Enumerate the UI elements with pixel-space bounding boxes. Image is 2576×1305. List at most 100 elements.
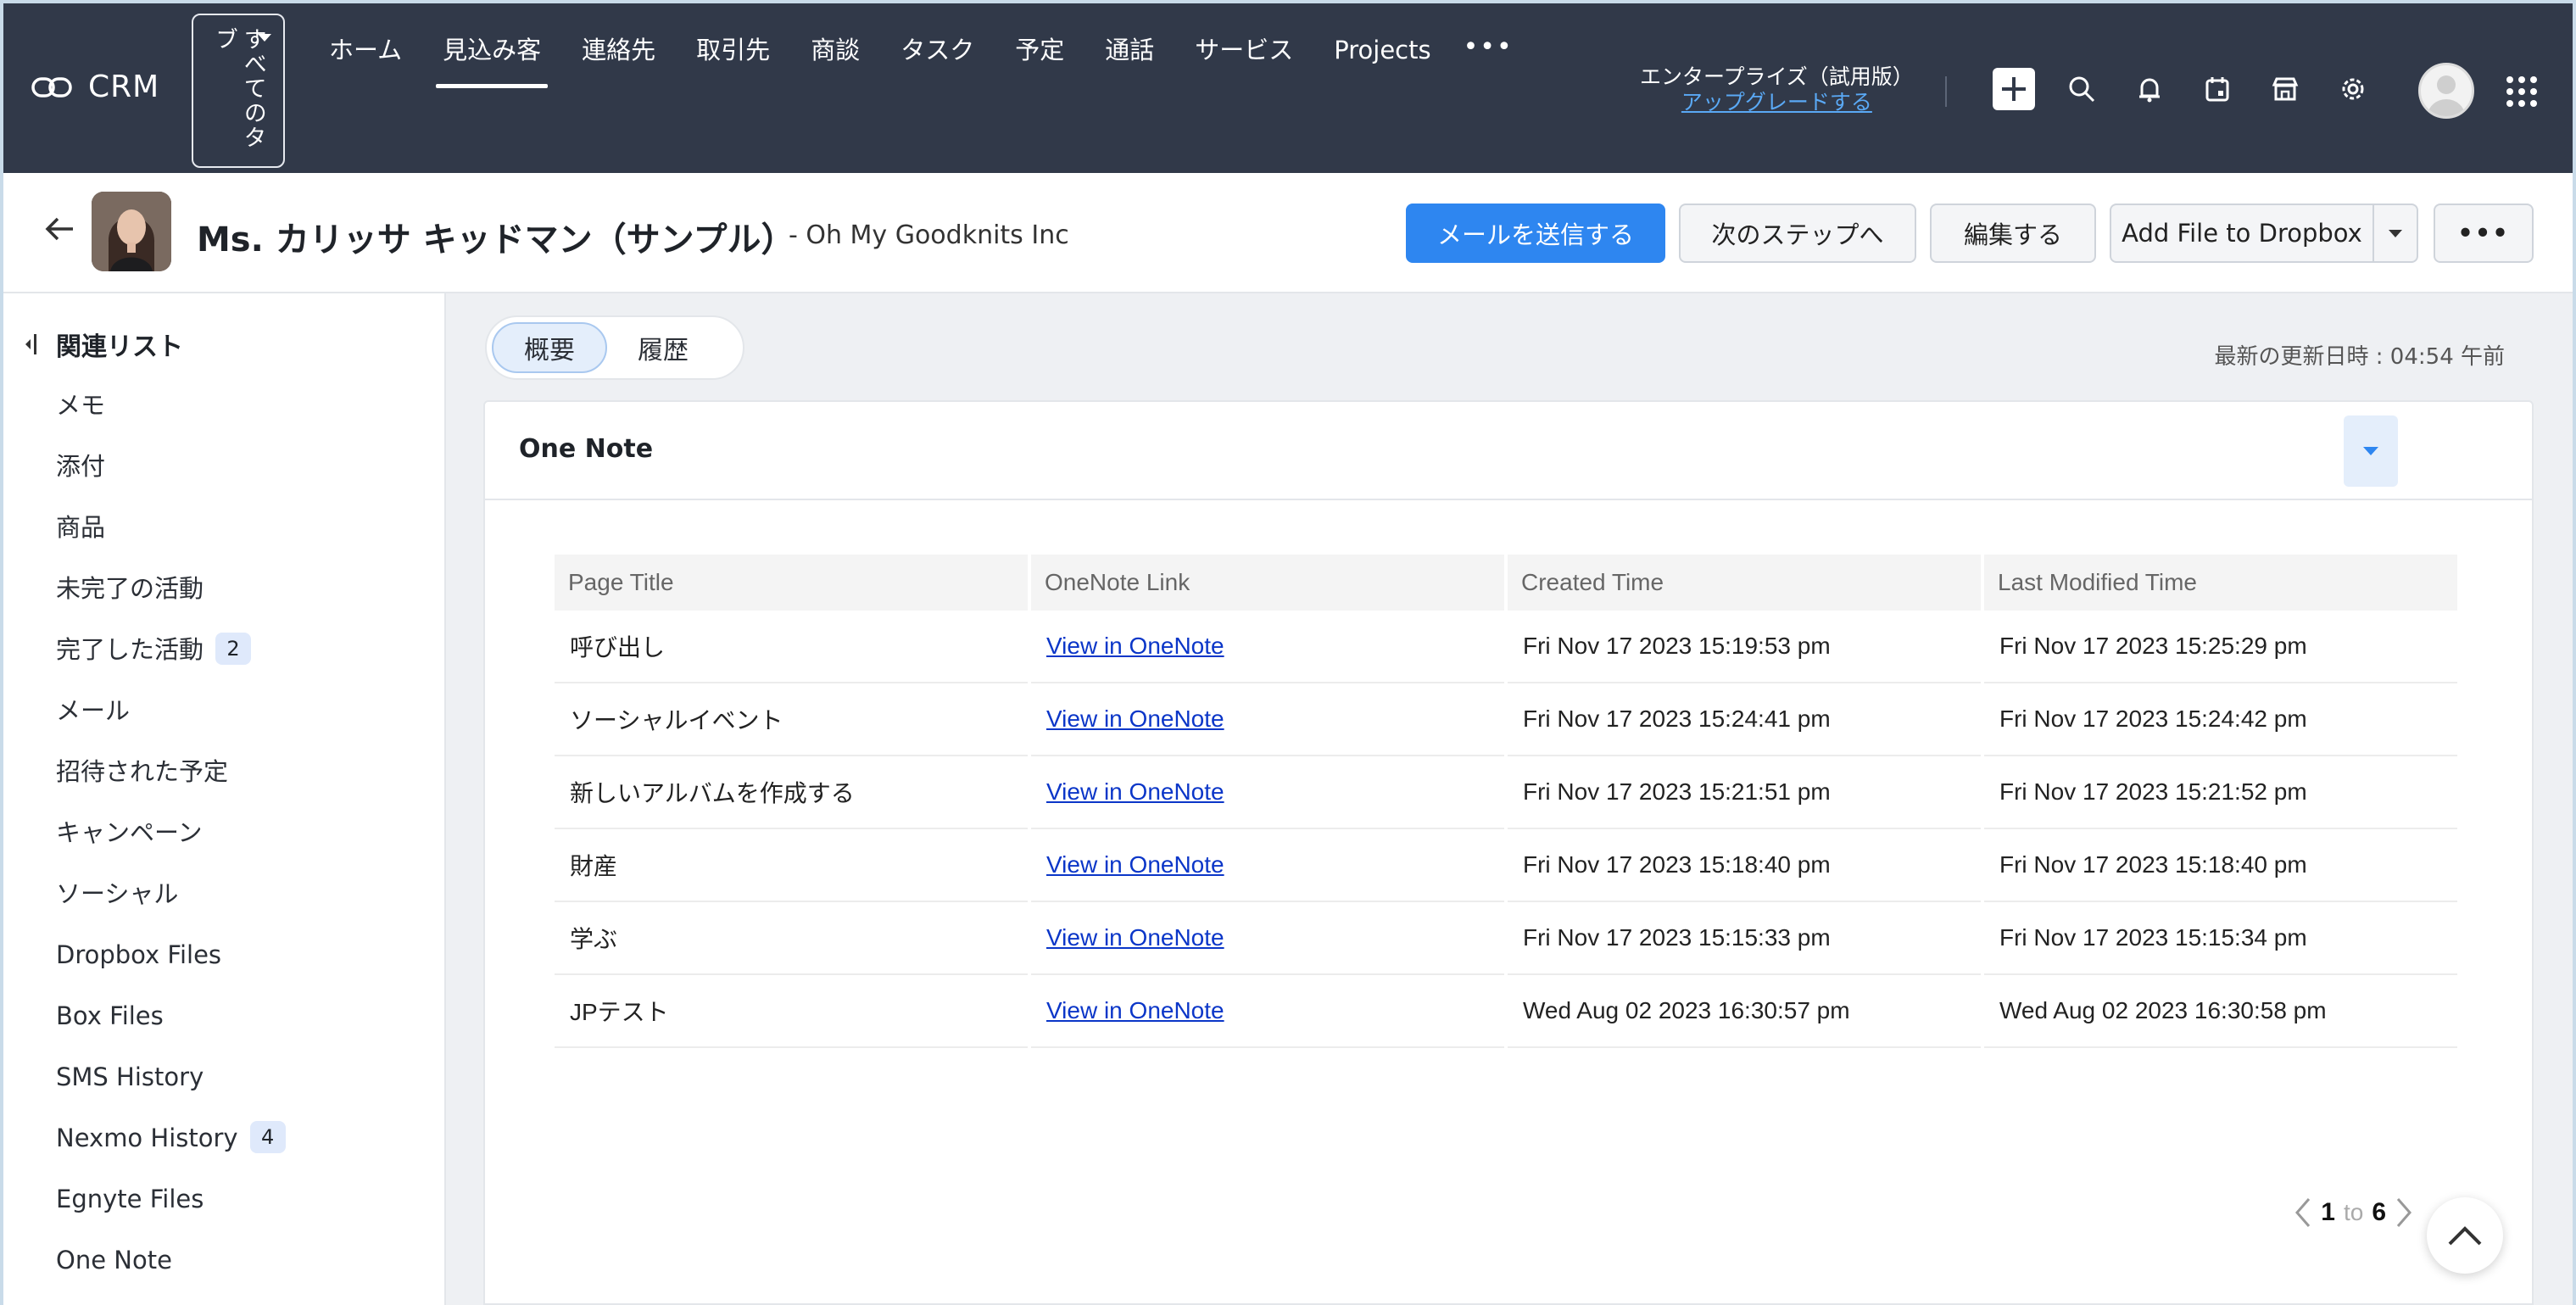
sidebar-item[interactable]: Egnyte Files — [56, 1182, 286, 1243]
created-time-cell: Fri Nov 17 2023 15:15:33 pm — [1508, 902, 1981, 975]
crm-logo[interactable]: CRM — [31, 70, 159, 104]
divider — [1945, 76, 1947, 107]
apps-grid-icon[interactable] — [2506, 76, 2537, 107]
sidebar-item[interactable]: Dropbox Files — [56, 938, 286, 999]
sidebar-item[interactable]: 添付 — [56, 449, 286, 510]
sidebar-item-label: キャンペーン — [56, 818, 203, 847]
created-time-cell: Fri Nov 17 2023 15:21:51 pm — [1508, 756, 1981, 829]
prev-page-icon[interactable] — [2294, 1196, 2312, 1230]
table-row[interactable]: 財産 View in OneNote Fri Nov 17 2023 15:18:4… — [555, 829, 2457, 902]
lead-photo[interactable] — [92, 192, 171, 271]
view-in-onenote-link[interactable]: View in OneNote — [1046, 997, 1224, 1023]
nav-tab[interactable]: サービス — [1174, 29, 1313, 88]
avatar[interactable] — [2418, 63, 2474, 119]
created-time-cell: Fri Nov 17 2023 15:19:53 pm — [1508, 611, 1981, 683]
tab-overview[interactable]: 概要 — [492, 322, 607, 373]
nav-tab[interactable]: 見込み客 — [422, 29, 561, 88]
scroll-to-top-button[interactable] — [2427, 1197, 2503, 1274]
page-title-cell: 新しいアルバムを作成する — [555, 756, 1028, 829]
nav-tab[interactable]: タスク — [880, 29, 995, 88]
section-collapse-toggle[interactable] — [2344, 415, 2398, 487]
logo-text: CRM — [88, 70, 160, 104]
tab-history[interactable]: 履歴 — [607, 322, 719, 373]
chevron-up-icon — [2448, 1226, 2482, 1246]
page-title-cell: 呼び出し — [555, 611, 1028, 683]
sidebar-item[interactable]: ソーシャル — [56, 877, 286, 938]
sidebar-item[interactable]: 商品 — [56, 510, 286, 572]
sidebar-item[interactable]: One Note — [56, 1243, 286, 1304]
main-content: 概要 履歴 最新の更新日時 : 04:54 午前 One Note Page T… — [446, 293, 2573, 1305]
search-icon[interactable] — [2060, 68, 2103, 110]
next-step-button[interactable]: 次のステップへ — [1679, 204, 1916, 263]
more-tabs-icon[interactable]: ••• — [1452, 29, 1525, 88]
modified-time-cell: Fri Nov 17 2023 15:25:29 pm — [1984, 611, 2457, 683]
more-actions-button[interactable]: ••• — [2434, 204, 2534, 263]
bell-icon[interactable] — [2128, 68, 2171, 110]
sidebar-item[interactable]: 招待された予定 — [56, 755, 286, 816]
view-in-onenote-link[interactable]: View in OneNote — [1046, 778, 1224, 805]
edit-button[interactable]: 編集する — [1930, 204, 2096, 263]
related-list-sidebar: 関連リスト メモ 添付 商品 未完了の活動 完了した活動 2 メール招待された予定 キャンペー… — [3, 293, 446, 1305]
nav-tab[interactable]: ホーム — [309, 29, 422, 88]
column-header[interactable]: Created Time — [1508, 555, 1981, 611]
view-in-onenote-link[interactable]: View in OneNote — [1046, 705, 1224, 732]
modified-time-cell: Fri Nov 17 2023 15:21:52 pm — [1984, 756, 2457, 829]
related-list-title: 関連リスト — [56, 332, 183, 362]
lead-name: Ms. カリッサ キッドマン（サンプル） — [197, 220, 795, 259]
gear-icon[interactable] — [2332, 68, 2374, 110]
sidebar-item[interactable]: SMS History — [56, 1060, 286, 1121]
count-badge: 2 — [215, 633, 252, 665]
view-in-onenote-link[interactable]: View in OneNote — [1046, 924, 1224, 951]
page-to: 6 — [2372, 1198, 2386, 1226]
modified-time-cell: Wed Aug 02 2023 16:30:58 pm — [1984, 975, 2457, 1048]
view-in-onenote-link[interactable]: View in OneNote — [1046, 633, 1224, 659]
sidebar-item[interactable]: キャンペーン — [56, 816, 286, 877]
sidebar-item[interactable]: メモ — [56, 388, 286, 449]
nav-tab[interactable]: 商談 — [790, 29, 880, 88]
nav-tab[interactable]: 連絡先 — [561, 29, 676, 88]
onenote-section: One Note Page Title OneNote Link Created T… — [483, 400, 2534, 1305]
table-row[interactable]: ソーシャルイベント View in OneNote Fri Nov 17 2023 … — [555, 683, 2457, 756]
created-time-cell: Wed Aug 02 2023 16:30:57 pm — [1508, 975, 1981, 1048]
calendar-icon[interactable] — [2196, 68, 2239, 110]
sidebar-item[interactable]: メール — [56, 694, 286, 755]
upgrade-link[interactable]: アップグレードする — [1640, 90, 1914, 115]
nav-tab[interactable]: 通話 — [1084, 29, 1174, 88]
page-to-label: to — [2343, 1199, 2364, 1225]
next-page-icon[interactable] — [2395, 1196, 2413, 1230]
table-row[interactable]: 学ぶ View in OneNote Fri Nov 17 2023 15:15:3… — [555, 902, 2457, 975]
send-mail-button[interactable]: メールを送信する — [1406, 204, 1665, 263]
table-row[interactable]: JPテスト View in OneNote Wed Aug 02 2023 16:3… — [555, 975, 2457, 1048]
back-arrow-icon[interactable] — [42, 212, 76, 249]
view-switcher: 概要 履歴 — [485, 315, 744, 380]
nav-tab[interactable]: 取引先 — [676, 29, 790, 88]
sidebar-item[interactable]: Box Files — [56, 999, 286, 1060]
sidebar-item-label: 招待された予定 — [56, 757, 229, 786]
sidebar-item-label: メール — [56, 696, 131, 725]
plus-icon[interactable] — [1993, 68, 2035, 110]
view-in-onenote-link[interactable]: View in OneNote — [1046, 851, 1224, 878]
caret-down-icon — [2389, 229, 2402, 237]
add-file-to-dropbox-button[interactable]: Add File to Dropbox — [2110, 204, 2374, 263]
dropbox-dropdown-button[interactable] — [2372, 204, 2418, 263]
column-header[interactable]: Page Title — [555, 555, 1028, 611]
column-header[interactable]: OneNote Link — [1031, 555, 1504, 611]
nav-tab[interactable]: 予定 — [995, 29, 1084, 88]
sidebar-item[interactable]: 完了した活動 2 — [56, 633, 286, 694]
nav-tab[interactable]: Projects — [1313, 29, 1451, 88]
related-list-header[interactable]: 関連リスト — [22, 326, 183, 363]
table-row[interactable]: 新しいアルバムを作成する View in OneNote Fri Nov 17 20… — [555, 756, 2457, 829]
created-time-cell: Fri Nov 17 2023 15:24:41 pm — [1508, 683, 1981, 756]
store-icon[interactable] — [2264, 68, 2306, 110]
edition-label: エンタープライズ（試用版） — [1640, 64, 1914, 89]
column-header[interactable]: Last Modified Time — [1984, 555, 2457, 611]
caret-down-icon — [258, 34, 271, 42]
sidebar-item-label: Nexmo History — [56, 1124, 238, 1152]
all-tabs-button[interactable]: すべてのタブ — [192, 14, 285, 168]
sidebar-item[interactable]: Nexmo History 4 — [56, 1121, 286, 1182]
page-title-cell: 財産 — [555, 829, 1028, 902]
sidebar-item[interactable]: 未完了の活動 — [56, 572, 286, 633]
table-row[interactable]: 呼び出し View in OneNote Fri Nov 17 2023 15:19… — [555, 611, 2457, 683]
all-tabs-label: すべてのタブ — [211, 27, 266, 150]
collapse-sidebar-icon[interactable] — [22, 332, 39, 357]
